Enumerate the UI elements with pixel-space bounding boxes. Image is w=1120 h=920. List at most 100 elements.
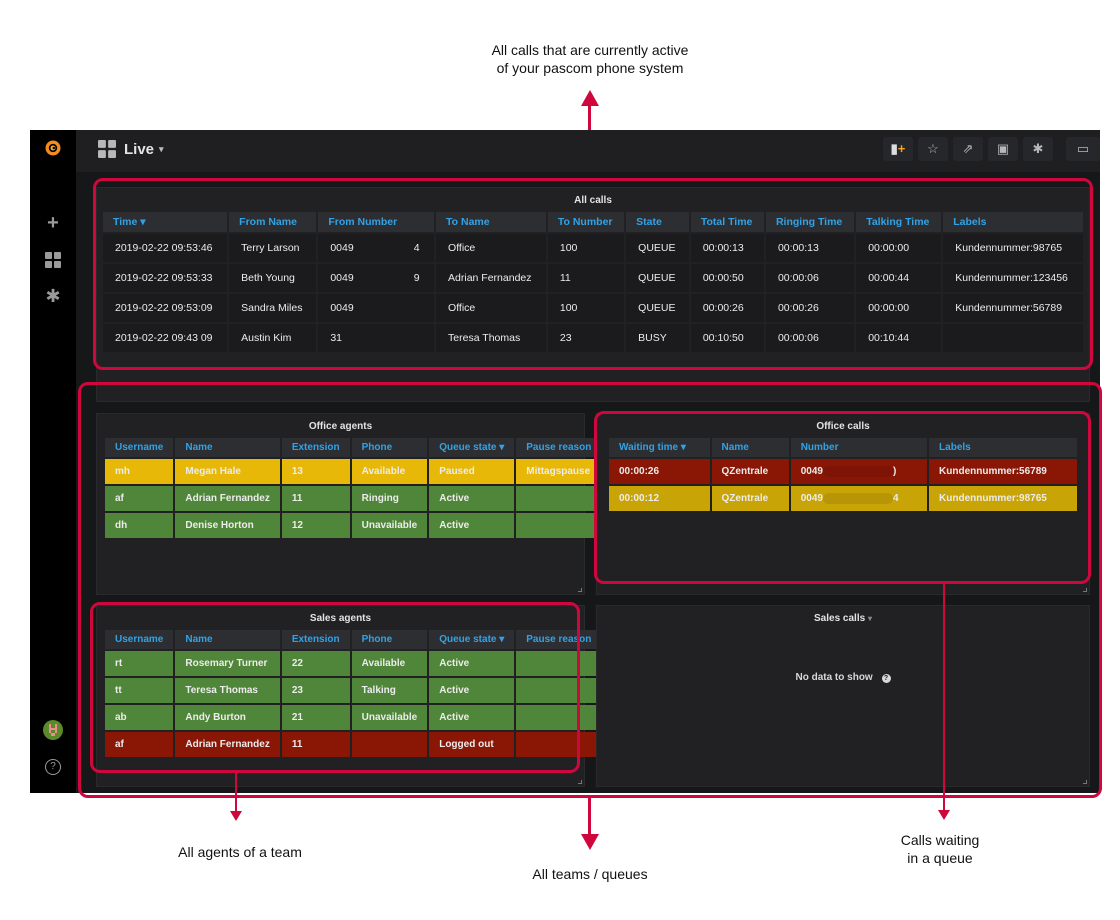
table-row[interactable]: af Adrian Fernandez 11 Ringing Active — [105, 486, 602, 511]
table-cell — [516, 486, 602, 511]
add-panel-button[interactable]: ▮+ — [883, 137, 913, 161]
help-icon[interactable]: ? — [881, 674, 891, 683]
table-row[interactable]: 00:00:26 QZentrale 0049) Kundennummer:56789 — [609, 459, 1077, 485]
table-cell: Active — [429, 705, 515, 730]
table-cell: 00:00:26 — [765, 294, 855, 322]
dashboards-icon — [98, 140, 116, 158]
table-cell: 23 — [547, 324, 625, 352]
table-row[interactable]: 2019-02-22 09:53:46 Terry Larson 0049 4 Offi… — [103, 234, 1083, 262]
column-header[interactable]: Pause reason — [516, 438, 602, 457]
column-header[interactable]: Extension — [281, 630, 350, 649]
table-cell: QUEUE — [626, 294, 689, 322]
table-row[interactable]: dh Denise Horton 12 Unavailable Active — [105, 513, 602, 538]
annotation-line: All calls that are currently active — [491, 42, 689, 58]
table-cell: QZentrale — [711, 459, 789, 485]
table-cell: 0049 — [318, 294, 435, 322]
panel-title: Sales agents — [309, 613, 372, 624]
office-calls-table: Waiting time ▾ Name Number Labels 00:00:26 Q… — [607, 436, 1079, 513]
table-cell: Kundennummer:98765 — [943, 234, 1083, 262]
gear-icon[interactable]: ✱ — [43, 286, 63, 306]
table-row[interactable]: ab Andy Burton 21 Unavailable Active — [105, 705, 602, 730]
help-icon[interactable]: ? — [43, 757, 63, 777]
column-header[interactable]: Name — [711, 438, 789, 457]
table-cell: af — [105, 486, 174, 511]
view-mode-button[interactable]: ▭ — [1066, 137, 1100, 161]
table-row[interactable]: af Adrian Fernandez 11 Logged out — [105, 732, 602, 757]
column-header[interactable]: From Number — [318, 212, 435, 232]
table-cell: Adrian Fernandez — [175, 486, 280, 511]
column-header[interactable]: Total Time — [690, 212, 764, 232]
panel-office-calls: Office calls Waiting time ▾ Name Number Lab… — [596, 413, 1090, 595]
table-cell: Kundennummer:56789 — [943, 294, 1083, 322]
table-row[interactable]: 2019-02-22 09:53:33 Beth Young 0049 9 Adrian… — [103, 264, 1083, 292]
table-cell — [516, 651, 602, 676]
column-header[interactable]: From Name — [229, 212, 317, 232]
column-header[interactable]: Ringing Time — [765, 212, 855, 232]
panel-title-menu[interactable]: Sales calls ▾ — [597, 606, 1089, 628]
resize-handle[interactable] — [578, 780, 582, 784]
number-suffix: ) — [892, 466, 897, 478]
table-cell: Adrian Fernandez — [436, 264, 546, 292]
resize-handle[interactable] — [578, 588, 582, 592]
grafana-logo-icon[interactable] — [43, 138, 63, 158]
column-header[interactable]: Labels — [929, 438, 1077, 457]
table-cell: 31 — [318, 324, 435, 352]
annotation-line: Calls waiting — [900, 832, 980, 848]
column-header[interactable]: Queue state ▾ — [429, 630, 515, 649]
table-row[interactable]: 00:00:12 QZentrale 0049 4 Kundennummer:98765 — [609, 486, 1077, 512]
column-header[interactable]: Queue state ▾ — [429, 438, 515, 457]
table-row[interactable]: rt Rosemary Turner 22 Available Active — [105, 651, 602, 676]
column-header[interactable]: To Number — [547, 212, 625, 232]
column-header[interactable]: Phone — [351, 438, 428, 457]
save-button[interactable]: ▣ — [988, 137, 1018, 161]
column-header[interactable]: Phone — [351, 630, 428, 649]
table-cell: Office — [436, 234, 546, 262]
column-header[interactable]: Name — [175, 438, 280, 457]
settings-button[interactable]: ✱ — [1023, 137, 1053, 161]
table-cell — [351, 732, 428, 757]
column-header[interactable]: State — [626, 212, 689, 232]
share-icon: ⇗ — [962, 141, 974, 156]
share-button[interactable]: ⇗ — [953, 137, 983, 161]
all-calls-table: Time ▾ From Name From Number To Name To Numb… — [101, 210, 1085, 354]
column-header[interactable]: Waiting time ▾ — [609, 438, 710, 457]
column-header[interactable]: Labels — [943, 212, 1083, 232]
column-header[interactable]: Username — [105, 630, 174, 649]
column-header[interactable]: Name — [175, 630, 280, 649]
dashboard-picker[interactable]: Live ▾ — [98, 140, 164, 158]
no-data-message: No data to show ? — [597, 672, 1089, 683]
resize-handle[interactable] — [1083, 588, 1087, 592]
table-cell: 00:00:00 — [856, 234, 942, 262]
table-row[interactable]: 2019-02-22 09:53:09 Sandra Miles 0049 Offic… — [103, 294, 1083, 322]
table-cell: Adrian Fernandez — [175, 732, 280, 757]
table-row[interactable]: mh Megan Hale 13 Available Paused Mittagspaus… — [105, 459, 602, 484]
column-header[interactable]: To Name — [436, 212, 546, 232]
column-header[interactable]: Time ▾ — [103, 212, 228, 232]
column-header[interactable]: Extension — [281, 438, 350, 457]
table-cell: 00:00:06 — [765, 264, 855, 292]
plus-icon[interactable]: + — [43, 212, 63, 234]
resize-handle[interactable] — [1083, 780, 1087, 784]
column-header[interactable]: Talking Time — [856, 212, 942, 232]
table-cell: Active — [429, 678, 515, 703]
table-row[interactable]: 2019-02-22 09:43 09 Austin Kim 31 Teresa Th… — [103, 324, 1083, 352]
column-header[interactable]: Username — [105, 438, 174, 457]
user-avatar[interactable] — [43, 720, 63, 740]
table-cell: Available — [351, 459, 428, 484]
table-cell: Available — [351, 651, 428, 676]
table-cell: Sandra Miles — [229, 294, 317, 322]
dashboard-title: Live — [124, 140, 155, 158]
table-cell: 11 — [547, 264, 625, 292]
arrow-line — [588, 798, 591, 836]
star-button[interactable]: ☆ — [918, 137, 948, 161]
table-cell: 00:00:13 — [765, 234, 855, 262]
column-header[interactable]: Number — [790, 438, 928, 457]
panel-sales-calls: Sales calls ▾ No data to show ? — [596, 605, 1090, 787]
dashboards-icon[interactable] — [43, 250, 63, 270]
table-cell: Mittagspause — [516, 459, 602, 484]
table-cell: 2019-02-22 09:53:33 — [103, 264, 228, 292]
column-header[interactable]: Pause reason — [516, 630, 602, 649]
number-prefix: 0049 — [330, 242, 354, 254]
arrow-line — [943, 584, 945, 810]
table-row[interactable]: tt Teresa Thomas 23 Talking Active — [105, 678, 602, 703]
